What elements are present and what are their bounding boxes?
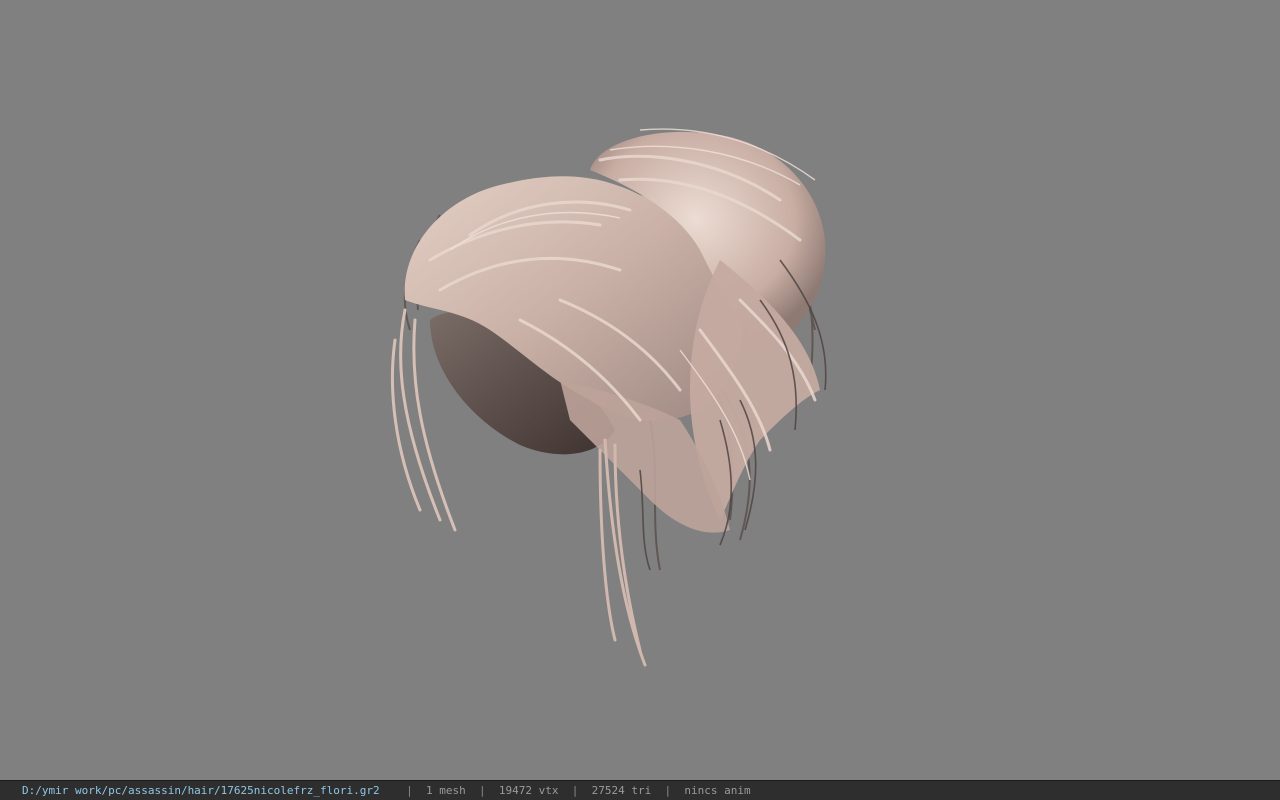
separator: | bbox=[406, 784, 413, 797]
triangle-count: 27524 tri bbox=[591, 784, 652, 797]
separator: | bbox=[571, 784, 579, 797]
3d-viewport[interactable] bbox=[0, 0, 1280, 780]
mesh-count: 1 mesh bbox=[426, 784, 466, 797]
separator: | bbox=[664, 784, 672, 797]
vertex-count: 19472 vtx bbox=[498, 784, 559, 797]
animation-status: nincs anim bbox=[684, 784, 751, 797]
file-path: D:/ymir work/pc/assassin/hair/17625nicol… bbox=[22, 784, 380, 797]
hair-model-render bbox=[390, 128, 827, 667]
separator: | bbox=[479, 784, 486, 797]
status-bar: D:/ymir work/pc/assassin/hair/17625nicol… bbox=[0, 780, 1280, 800]
